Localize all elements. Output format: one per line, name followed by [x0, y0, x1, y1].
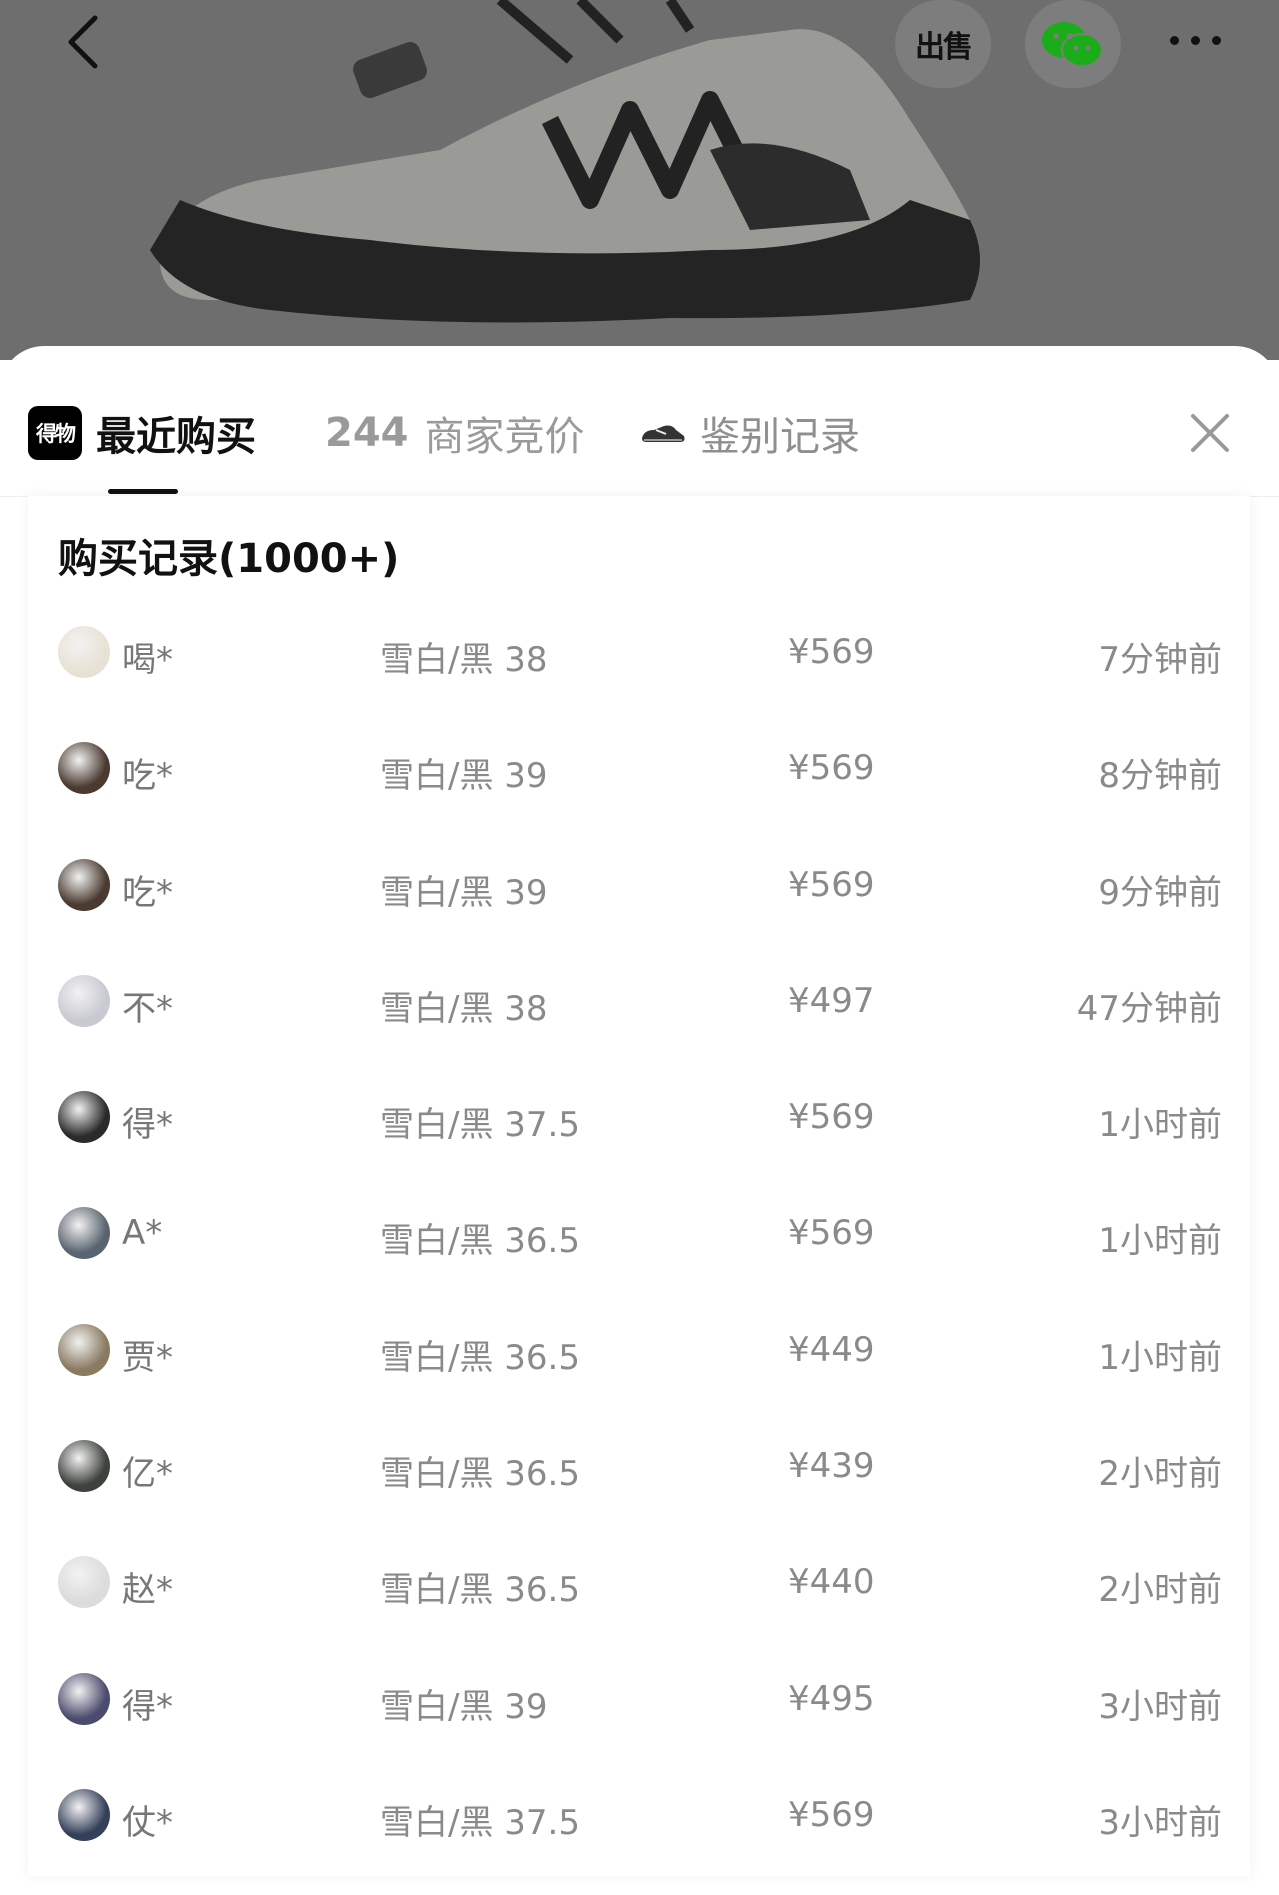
- avatar: [58, 626, 110, 678]
- buyer-name: 吃*: [122, 872, 173, 913]
- tab-authentication-records[interactable]: 鉴别记录: [640, 404, 860, 462]
- more-dot-icon: [1212, 35, 1221, 45]
- tab-merchant-bids[interactable]: 244 商家竞价: [325, 404, 585, 462]
- tab-recent-purchases[interactable]: 得物 最近购买: [28, 404, 256, 462]
- wechat-icon: [1042, 22, 1103, 67]
- buyer-name: 赵*: [122, 1570, 173, 1611]
- item-spec: 雪白/黑 38: [380, 988, 548, 1029]
- buyer-name: 亿*: [122, 1454, 173, 1495]
- close-button[interactable]: [1185, 408, 1235, 458]
- purchase-time: 9分钟前: [1098, 872, 1222, 913]
- purchase-time: 47分钟前: [1076, 988, 1222, 1029]
- record-row: 喝* 雪白/黑 38 ¥569 7分钟前: [28, 616, 1250, 732]
- purchase-time: 2小时前: [1098, 1454, 1222, 1495]
- more-menu-button[interactable]: [1170, 30, 1240, 50]
- avatar: [58, 742, 110, 795]
- record-row: 亿* 雪白/黑 36.5 ¥439 2小时前: [28, 1430, 1250, 1546]
- product-image-area: 出售: [0, 0, 1279, 360]
- item-spec: 雪白/黑 37.5: [380, 1105, 580, 1146]
- record-row: 仗* 雪白/黑 37.5 ¥569 3小时前: [28, 1779, 1250, 1895]
- purchase-time: 1小时前: [1098, 1221, 1222, 1262]
- item-spec: 雪白/黑 36.5: [380, 1454, 580, 1495]
- purchase-time: 1小时前: [1098, 1337, 1222, 1378]
- more-dot-icon: [1191, 35, 1200, 45]
- record-row: A* 雪白/黑 36.5 ¥569 1小时前: [28, 1197, 1250, 1313]
- chevron-left-icon: [68, 15, 98, 69]
- item-spec: 雪白/黑 37.5: [380, 1802, 580, 1843]
- record-row: 吃* 雪白/黑 39 ¥569 9分钟前: [28, 849, 1250, 965]
- purchase-time: 7分钟前: [1098, 640, 1222, 680]
- item-price: ¥569: [788, 632, 875, 672]
- avatar: [58, 1556, 110, 1609]
- record-row: 得* 雪白/黑 39 ¥495 3小时前: [28, 1663, 1250, 1779]
- buyer-name: 不*: [122, 988, 173, 1029]
- sell-label: 出售: [915, 30, 973, 65]
- item-spec: 雪白/黑 36.5: [380, 1221, 580, 1262]
- item-price: ¥497: [788, 980, 875, 1021]
- item-spec: 雪白/黑 39: [380, 1686, 548, 1727]
- tab-auth-label: 鉴别记录: [700, 414, 860, 460]
- records-list: 喝* 雪白/黑 38 ¥569 7分钟前 吃* 雪白/黑 39 ¥569 8分钟…: [28, 616, 1250, 1895]
- avatar: [58, 974, 110, 1027]
- record-row: 得* 雪白/黑 37.5 ¥569 1小时前: [28, 1081, 1250, 1197]
- more-dot-icon: [1170, 35, 1179, 45]
- close-icon: [1191, 414, 1229, 452]
- item-spec: 雪白/黑 39: [380, 756, 548, 797]
- item-spec: 雪白/黑 39: [380, 872, 548, 913]
- purchase-time: 1小时前: [1098, 1105, 1222, 1146]
- avatar: [58, 1440, 110, 1493]
- back-button[interactable]: [55, 12, 115, 72]
- item-price: ¥495: [788, 1678, 875, 1719]
- record-row: 吃* 雪白/黑 39 ¥569 8分钟前: [28, 732, 1250, 848]
- tab-bids-label: 商家竞价: [424, 414, 585, 460]
- avatar: [58, 1323, 110, 1376]
- buyer-name: 得*: [122, 1686, 173, 1727]
- purchase-records-card: 购买记录(1000+) 喝* 雪白/黑 38 ¥569 7分钟前 吃* 雪白/黑…: [28, 496, 1250, 1876]
- item-spec: 雪白/黑 36.5: [380, 1337, 580, 1378]
- purchase-time: 3小时前: [1098, 1802, 1222, 1843]
- item-price: ¥569: [788, 1794, 875, 1835]
- item-price: ¥569: [788, 1097, 875, 1138]
- bid-count: 244: [325, 410, 409, 456]
- item-price: ¥569: [788, 864, 875, 905]
- buyer-name: 仗*: [122, 1802, 173, 1843]
- sell-button[interactable]: 出售: [895, 0, 991, 88]
- wechat-share-button[interactable]: [1025, 0, 1121, 88]
- avatar: [58, 1788, 110, 1841]
- avatar: [58, 1672, 110, 1725]
- item-price: ¥569: [788, 748, 875, 789]
- tab-recent-label: 最近购买: [96, 414, 256, 460]
- avatar: [58, 1091, 110, 1144]
- purchase-time: 3小时前: [1098, 1686, 1222, 1727]
- active-tab-indicator: [108, 489, 178, 494]
- logo-text: 得物: [36, 422, 76, 446]
- tab-bar: 得物 最近购买 244 商家竞价 鉴别记录: [0, 346, 1279, 497]
- item-price: ¥440: [788, 1562, 875, 1603]
- record-row: 贾* 雪白/黑 36.5 ¥449 1小时前: [28, 1314, 1250, 1430]
- purchase-time: 8分钟前: [1098, 756, 1222, 797]
- buyer-name: 吃*: [122, 756, 173, 797]
- sneaker-icon: [642, 425, 685, 442]
- item-price: ¥439: [788, 1446, 875, 1487]
- avatar: [58, 858, 110, 911]
- records-title: 购买记录(1000+): [58, 536, 400, 582]
- purchase-records-sheet: 得物 最近购买 244 商家竞价 鉴别记录 购买记录(1000+) 喝* 雪白/…: [0, 346, 1279, 1876]
- record-row: 不* 雪白/黑 38 ¥497 47分钟前: [28, 965, 1250, 1081]
- item-price: ¥449: [788, 1329, 875, 1370]
- item-spec: 雪白/黑 38: [380, 640, 548, 680]
- buyer-name: 得*: [122, 1105, 173, 1146]
- item-spec: 雪白/黑 36.5: [380, 1570, 580, 1611]
- purchase-time: 2小时前: [1098, 1570, 1222, 1611]
- buyer-name: 贾*: [122, 1337, 173, 1378]
- record-row: 赵* 雪白/黑 36.5 ¥440 2小时前: [28, 1546, 1250, 1662]
- buyer-name: A*: [122, 1213, 163, 1254]
- buyer-name: 喝*: [122, 640, 173, 680]
- item-price: ¥569: [788, 1213, 875, 1254]
- avatar: [58, 1207, 110, 1260]
- dewu-logo-icon: 得物: [28, 406, 82, 460]
